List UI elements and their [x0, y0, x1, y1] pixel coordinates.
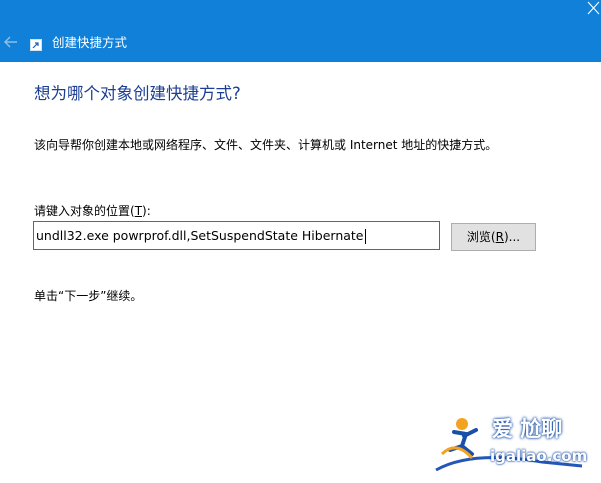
location-label-prefix: 请键入对象的位置( — [34, 204, 135, 218]
location-input-value: undll32.exe powrprof.dll,SetSuspendState… — [36, 228, 364, 243]
page-heading: 想为哪个对象创建快捷方式? — [34, 84, 241, 103]
location-label-accel: T — [134, 204, 143, 218]
watermark-brand: 爱 尬聊 — [492, 417, 563, 441]
location-label-suffix: ): — [142, 204, 151, 218]
location-label: 请键入对象的位置(T): — [34, 203, 151, 219]
browse-label-suffix: )... — [503, 230, 521, 244]
browse-label-accel: R — [495, 230, 504, 244]
create-shortcut-window: 创建快捷方式 想为哪个对象创建快捷方式? 该向导帮你创建本地或网络程序、文件、文… — [0, 0, 601, 483]
location-input[interactable]: undll32.exe powrprof.dll,SetSuspendState… — [33, 221, 440, 250]
continue-hint: 单击“下一步”继续。 — [34, 289, 143, 303]
browse-label-prefix: 浏览( — [466, 230, 496, 244]
back-arrow-icon — [4, 36, 17, 48]
close-icon[interactable] — [585, 0, 601, 22]
window-title: 创建快捷方式 — [52, 35, 128, 50]
browse-button[interactable]: 浏览(R)... — [451, 223, 536, 251]
wizard-description: 该向导帮你创建本地或网络程序、文件、文件夹、计算机或 Internet 地址的快… — [34, 138, 498, 152]
titlebar: 创建快捷方式 — [0, 0, 601, 62]
watermark-domain: igaliao.com — [490, 447, 588, 465]
shortcut-wizard-icon — [30, 39, 42, 51]
back-button[interactable] — [0, 31, 22, 53]
text-caret — [364, 229, 366, 244]
